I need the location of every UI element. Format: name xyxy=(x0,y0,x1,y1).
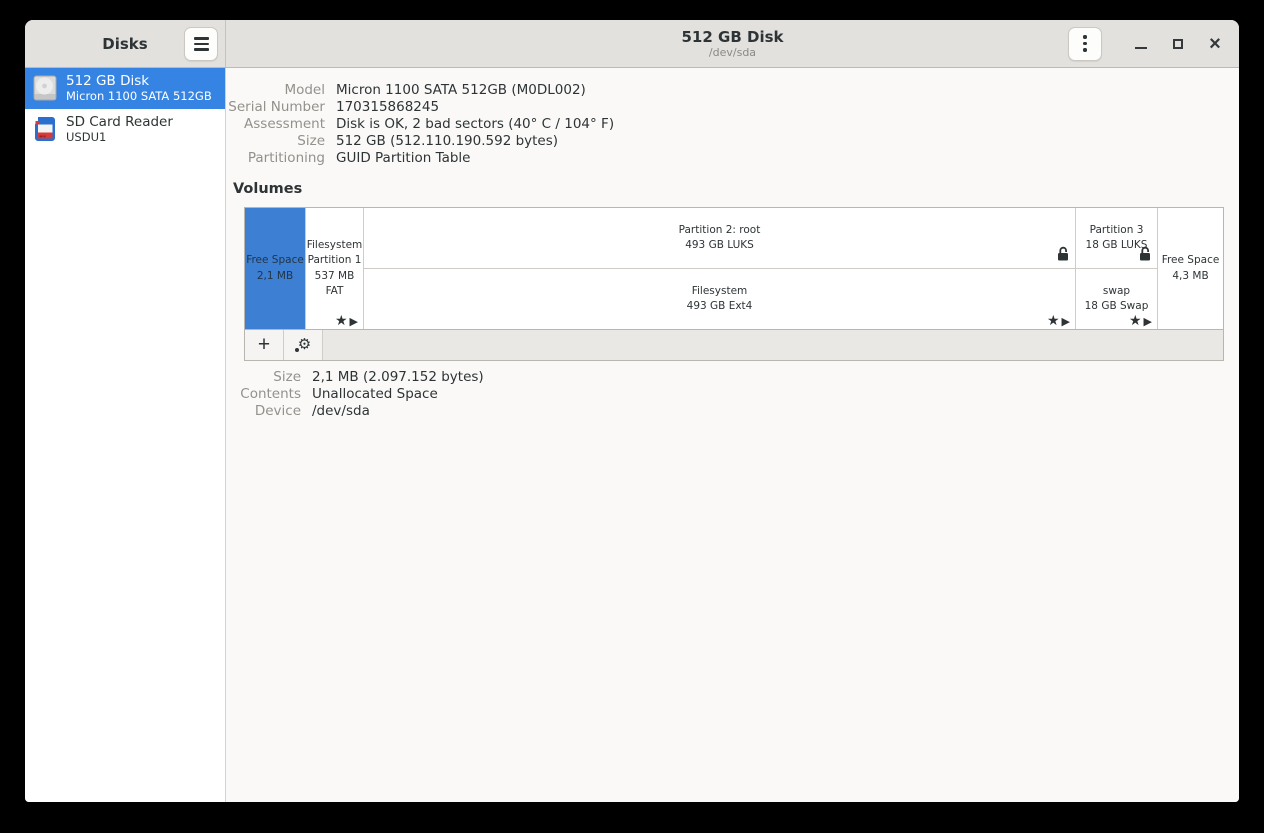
gear-dot xyxy=(295,348,299,352)
info-value: 512 GB (512.110.190.592 bytes) xyxy=(336,133,558,150)
maximize-button[interactable] xyxy=(1166,32,1190,56)
volume-label: swap xyxy=(1103,284,1130,299)
info-label: Device xyxy=(226,403,301,420)
info-label: Assessment xyxy=(226,116,325,133)
sidebar-item-title: SD Card Reader xyxy=(66,114,173,131)
volumes-toolbar: + ⚙ xyxy=(245,329,1223,360)
volume-label: Partition 3 xyxy=(1090,223,1144,238)
info-value: GUID Partition Table xyxy=(336,150,470,167)
sd-card-icon xyxy=(32,116,58,142)
volume-label: Partition 2: root xyxy=(679,223,761,238)
window-controls: × xyxy=(1068,20,1227,67)
disk-info-section: Model Micron 1100 SATA 512GB (M0DL002) S… xyxy=(226,82,1239,167)
sidebar-item-sd-card-reader[interactable]: SD Card Reader USDU1 xyxy=(25,109,225,150)
info-value: Micron 1100 SATA 512GB (M0DL002) xyxy=(336,82,586,99)
partition-options-button[interactable]: ⚙ xyxy=(284,330,323,360)
unlocked-icon xyxy=(1057,246,1069,261)
volume-segment-free-space-2[interactable]: Free Space 4,3 MB xyxy=(1158,208,1223,329)
plus-icon: + xyxy=(258,334,270,355)
info-label: Contents xyxy=(226,386,301,403)
three-dot-menu-icon xyxy=(1083,35,1086,51)
mounted-play-icon: ▶ xyxy=(1144,316,1152,327)
volume-size-label: 4,3 MB xyxy=(1172,269,1208,284)
volumes-heading: Volumes xyxy=(233,181,1239,197)
volumes-map: Free Space 2,1 MB Filesystem Partition 1… xyxy=(244,207,1224,361)
info-label: Size xyxy=(226,369,301,386)
info-label: Serial Number xyxy=(226,99,325,116)
app-menu-button[interactable] xyxy=(1068,27,1102,61)
titlebar: Disks 512 GB Disk /dev/sda xyxy=(25,20,1239,68)
info-row-size: Size 512 GB (512.110.190.592 bytes) xyxy=(226,133,1239,150)
info-row-serial: Serial Number 170315868245 xyxy=(226,99,1239,116)
info-label: Size xyxy=(226,133,325,150)
device-sidebar: 512 GB Disk Micron 1100 SATA 512GB S xyxy=(25,68,226,802)
info-row-selection-device: Device /dev/sda xyxy=(226,403,1239,420)
minimize-button[interactable] xyxy=(1129,32,1153,56)
info-value: 2,1 MB (2.097.152 bytes) xyxy=(312,369,484,386)
volume-label: Filesystem xyxy=(692,284,748,299)
mounted-play-icon: ▶ xyxy=(1062,316,1070,327)
volume-size-label: 493 GB Ext4 xyxy=(687,299,753,314)
sidebar-item-subtitle: Micron 1100 SATA 512GB xyxy=(66,90,212,104)
info-label: Partitioning xyxy=(226,150,325,167)
volume-size-label: 493 GB LUKS xyxy=(685,238,754,253)
sidebar-header: Disks xyxy=(25,20,226,67)
bootable-star-icon: ★ xyxy=(1129,314,1142,328)
volume-size-label: 18 GB Swap xyxy=(1085,299,1149,314)
selection-info-section: Size 2,1 MB (2.097.152 bytes) Contents U… xyxy=(226,369,1239,420)
unlocked-icon xyxy=(1139,246,1151,261)
info-row-assessment: Assessment Disk is OK, 2 bad sectors (40… xyxy=(226,116,1239,133)
volume-segment-partition-2[interactable]: Partition 2: root 493 GB LUKS xyxy=(364,208,1076,329)
create-partition-button[interactable]: + xyxy=(245,330,284,360)
info-value: Disk is OK, 2 bad sectors (40° C / 104° … xyxy=(336,116,614,133)
volumes-grid: Free Space 2,1 MB Filesystem Partition 1… xyxy=(245,208,1223,329)
volume-label: Free Space xyxy=(1162,253,1220,268)
info-row-model: Model Micron 1100 SATA 512GB (M0DL002) xyxy=(226,82,1239,99)
hamburger-menu-button[interactable] xyxy=(184,27,218,61)
info-row-selection-size: Size 2,1 MB (2.097.152 bytes) xyxy=(226,369,1239,386)
mounted-play-icon: ▶ xyxy=(350,316,358,327)
sidebar-item-512gb-disk[interactable]: 512 GB Disk Micron 1100 SATA 512GB xyxy=(25,68,225,109)
bootable-star-icon: ★ xyxy=(1047,314,1060,328)
close-icon: × xyxy=(1209,34,1221,54)
info-value: 170315868245 xyxy=(336,99,439,116)
info-row-partitioning: Partitioning GUID Partition Table xyxy=(226,150,1239,167)
window-title: 512 GB Disk xyxy=(682,28,784,47)
content-header: 512 GB Disk /dev/sda × xyxy=(226,20,1239,67)
sidebar-item-subtitle: USDU1 xyxy=(66,131,173,145)
disk-detail-pane: Model Micron 1100 SATA 512GB (M0DL002) S… xyxy=(226,68,1239,802)
volume-label: Free Space xyxy=(246,253,304,268)
info-row-selection-contents: Contents Unallocated Space xyxy=(226,386,1239,403)
hamburger-icon xyxy=(194,37,209,50)
info-value: Unallocated Space xyxy=(312,386,438,403)
sidebar-item-title: 512 GB Disk xyxy=(66,73,212,90)
volume-label: Partition 1 xyxy=(308,253,362,268)
info-label: Model xyxy=(226,82,325,99)
bootable-star-icon: ★ xyxy=(335,314,348,328)
volume-segment-free-space-1[interactable]: Free Space 2,1 MB xyxy=(245,208,306,329)
volume-segment-partition-1[interactable]: Filesystem Partition 1 537 MB FAT ★ ▶ xyxy=(306,208,364,329)
volume-size-label: 537 MB FAT xyxy=(306,269,363,299)
gear-icon: ⚙ xyxy=(298,337,311,352)
volume-size-label: 2,1 MB xyxy=(257,269,293,284)
app-title: Disks xyxy=(102,35,147,53)
maximize-icon xyxy=(1173,39,1183,49)
volume-label: Filesystem xyxy=(307,238,363,253)
disks-window: Disks 512 GB Disk /dev/sda xyxy=(25,20,1239,802)
minimize-icon xyxy=(1135,47,1147,49)
window-subtitle: /dev/sda xyxy=(709,46,756,59)
screen-background: Disks 512 GB Disk /dev/sda xyxy=(0,0,1264,833)
hard-disk-icon xyxy=(32,75,58,101)
volume-segment-partition-3[interactable]: Partition 3 18 GB LUKS s xyxy=(1076,208,1158,329)
close-button[interactable]: × xyxy=(1203,32,1227,56)
info-value: /dev/sda xyxy=(312,403,370,420)
